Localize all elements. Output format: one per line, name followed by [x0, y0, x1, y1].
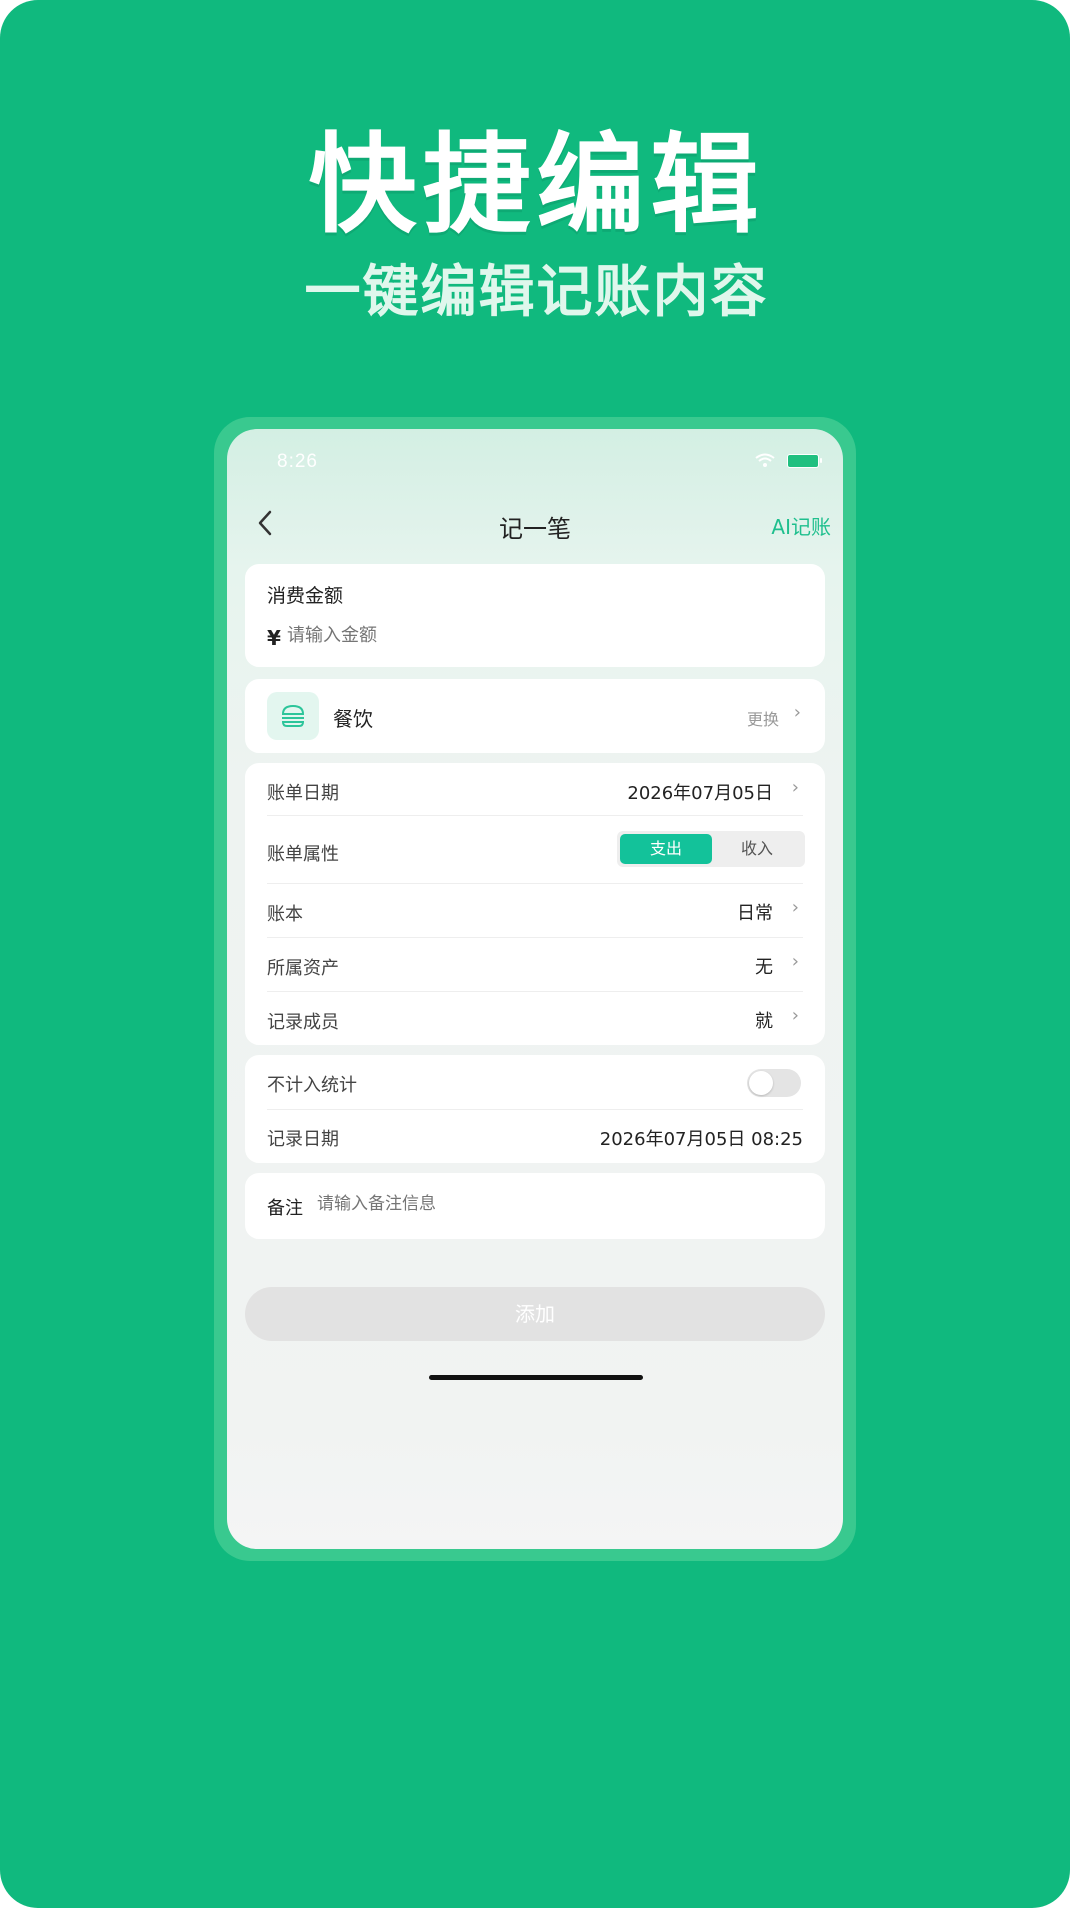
expense-option[interactable]: 支出	[620, 834, 712, 864]
chevron-right-icon: ›	[791, 777, 799, 798]
book-label: 账本	[267, 904, 303, 925]
book-row[interactable]: 账本 日常 ›	[267, 884, 803, 936]
chevron-right-icon: ›	[791, 951, 799, 972]
status-time: 8:26	[277, 451, 318, 472]
asset-label: 所属资产	[267, 958, 339, 979]
record-date-row[interactable]: 记录日期 2026年07月05日 08:25	[267, 1110, 803, 1163]
income-option[interactable]: 收入	[712, 834, 802, 864]
bill-date-value: 2026年07月05日	[627, 783, 773, 804]
member-label: 记录成员	[267, 1012, 339, 1033]
member-row[interactable]: 记录成员 就 ›	[267, 992, 803, 1044]
chevron-right-icon: ›	[791, 897, 799, 918]
note-label: 备注	[267, 1198, 303, 1219]
book-value: 日常	[737, 903, 773, 924]
member-value: 就	[755, 1011, 773, 1032]
change-category-link[interactable]: 更换	[747, 706, 779, 730]
home-indicator	[429, 1375, 643, 1380]
record-date-label: 记录日期	[267, 1129, 339, 1150]
toggle-knob	[749, 1071, 773, 1095]
bill-date-label: 账单日期	[267, 783, 339, 804]
add-button[interactable]: 添加	[245, 1287, 825, 1341]
exclude-stats-row: 不计入统计	[267, 1055, 803, 1109]
category-name: 餐饮	[333, 707, 373, 731]
bill-date-row[interactable]: 账单日期 2026年07月05日 ›	[267, 763, 803, 815]
phone-screen: 8:26 记一笔 AI记账 消费金额 ¥ 请输入金额 餐饮 更换 › 账单日期 …	[227, 429, 843, 1549]
exclude-stats-label: 不计入统计	[267, 1075, 357, 1096]
currency-symbol: ¥	[267, 626, 281, 650]
bill-type-label: 账单属性	[267, 844, 339, 865]
note-card: 备注	[245, 1173, 825, 1239]
amount-card: 消费金额 ¥	[245, 564, 825, 667]
promo-subtitle: 一键编辑记账内容	[304, 260, 769, 325]
promo-poster: 快捷编辑 一键编辑记账内容 8:26 记一笔 AI记账 消费金额 ¥ 请输入金额…	[0, 0, 1070, 1908]
asset-value: 无	[755, 957, 773, 978]
chevron-right-icon: ›	[791, 1005, 799, 1026]
bill-type-segmented: 支出 收入	[617, 831, 805, 867]
bill-details-card: 账单日期 2026年07月05日 › 账单属性 支出 收入 账本 日常 › 所属…	[245, 763, 825, 1045]
note-input[interactable]	[317, 1194, 717, 1214]
record-date-value: 2026年07月05日 08:25	[599, 1129, 803, 1150]
amount-input[interactable]	[287, 625, 587, 646]
battery-icon	[787, 454, 822, 468]
page-title: 记一笔	[499, 515, 571, 543]
phone-frame: 8:26 记一笔 AI记账 消费金额 ¥ 请输入金额 餐饮 更换 › 账单日期 …	[214, 417, 856, 1561]
category-card[interactable]: 餐饮 更换 ›	[245, 679, 825, 753]
burger-icon	[267, 692, 319, 740]
ai-bookkeeping-link[interactable]: AI记账	[771, 511, 831, 540]
chevron-right-icon: ›	[793, 702, 801, 723]
amount-label: 消费金额	[267, 585, 344, 607]
stats-card: 不计入统计 记录日期 2026年07月05日 08:25	[245, 1055, 825, 1163]
asset-row[interactable]: 所属资产 无 ›	[267, 938, 803, 990]
promo-title: 快捷编辑	[308, 123, 765, 248]
exclude-stats-toggle[interactable]	[747, 1069, 801, 1097]
wifi-icon	[755, 453, 775, 467]
